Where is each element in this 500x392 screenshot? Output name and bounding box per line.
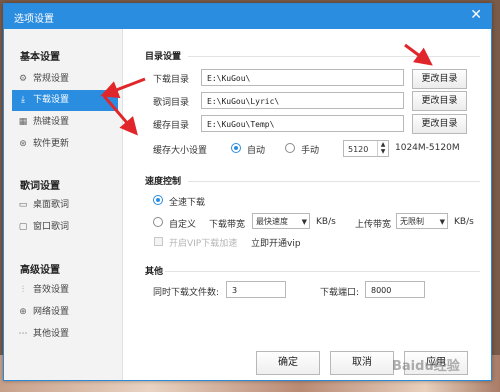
sidebar-item-label: 音效设置 bbox=[33, 285, 70, 295]
upload-bandwidth-value: 无限制 bbox=[400, 217, 424, 226]
upload-bandwidth-label: 上传带宽 bbox=[355, 220, 392, 230]
divider bbox=[188, 181, 480, 182]
sidebar-item-label: 软件更新 bbox=[33, 139, 70, 149]
cache-size-value: 5120 bbox=[348, 145, 369, 154]
ok-button[interactable]: 确定 bbox=[256, 351, 320, 375]
divider bbox=[165, 271, 480, 272]
cache-manual-label: 手动 bbox=[301, 146, 320, 156]
sidebar-item-label: 窗口歌词 bbox=[33, 222, 70, 232]
cache-dir-field[interactable]: E:\KuGou\Temp\ bbox=[201, 115, 404, 132]
upload-bandwidth-select[interactable]: 无限制 ▼ bbox=[396, 213, 448, 229]
sidebar-item-label: 热键设置 bbox=[33, 117, 70, 127]
download-bandwidth-label: 下载带宽 bbox=[209, 220, 246, 230]
title-bar: 选项设置 ✕ bbox=[4, 4, 491, 29]
download-dir-field[interactable]: E:\KuGou\ bbox=[201, 69, 404, 86]
custom-speed-label: 自定义 bbox=[169, 220, 197, 230]
cache-size-stepper[interactable]: 5120 ▲ ▼ bbox=[343, 140, 389, 157]
update-icon: ⊛ bbox=[19, 139, 27, 149]
sidebar: 基本设置 ⚙ 常规设置 ⤓ 下载设置 ▦ 热键设置 ⊛ 软件更新 歌词设置 ▭ 桌面歌词 … bbox=[4, 29, 123, 380]
group-advanced-settings: 高级设置 bbox=[20, 265, 60, 276]
network-icon: ⊕ bbox=[19, 307, 27, 317]
cache-range-label: 1024M-5120M bbox=[395, 143, 460, 153]
sidebar-item-label: 下载设置 bbox=[33, 95, 70, 105]
desktop-lyric-icon: ▭ bbox=[18, 200, 28, 210]
window-title: 选项设置 bbox=[14, 14, 54, 25]
cache-auto-radio[interactable] bbox=[231, 143, 241, 153]
keyboard-icon: ▦ bbox=[18, 117, 28, 127]
sidebar-item-label: 其他设置 bbox=[33, 329, 70, 339]
watermark: Baidu经验 bbox=[392, 359, 460, 374]
close-icon[interactable]: ✕ bbox=[470, 7, 482, 23]
sidebar-item-desktop-lyric[interactable]: ▭ 桌面歌词 bbox=[12, 195, 118, 216]
vip-accel-label: 开启VIP下载加速 bbox=[169, 239, 238, 249]
settings-content: 目录设置 下载目录 E:\KuGou\ 更改目录 歌词目录 E:\KuGou\L… bbox=[123, 29, 491, 380]
equalizer-icon: ⫶ bbox=[21, 285, 25, 295]
cache-size-label: 缓存大小设置 bbox=[153, 146, 208, 156]
custom-speed-radio[interactable] bbox=[153, 217, 163, 227]
sidebar-item-label: 桌面歌词 bbox=[33, 200, 70, 210]
sidebar-item-sound-effects[interactable]: ⫶ 音效设置 bbox=[12, 280, 118, 301]
download-port-field[interactable]: 8000 bbox=[365, 281, 425, 298]
download-port-label: 下载端口: bbox=[320, 288, 360, 298]
upload-unit-label: KB/s bbox=[454, 217, 474, 227]
sidebar-item-other[interactable]: ⋯ 其他设置 bbox=[12, 324, 118, 345]
sidebar-item-hotkey[interactable]: ▦ 热键设置 bbox=[12, 112, 118, 133]
full-speed-radio[interactable] bbox=[153, 195, 163, 205]
sidebar-item-window-lyric[interactable]: ▢ 窗口歌词 bbox=[12, 217, 118, 238]
divider bbox=[188, 56, 480, 57]
sidebar-item-general[interactable]: ⚙ 常规设置 bbox=[12, 69, 118, 90]
chevron-down-icon: ▼ bbox=[439, 218, 445, 226]
sidebar-item-label: 常规设置 bbox=[33, 74, 70, 84]
sidebar-item-network[interactable]: ⊕ 网络设置 bbox=[12, 302, 118, 323]
group-basic-settings: 基本设置 bbox=[20, 52, 60, 63]
cache-auto-label: 自动 bbox=[247, 146, 266, 156]
change-download-dir-button[interactable]: 更改目录 bbox=[412, 69, 467, 89]
change-lyric-dir-button[interactable]: 更改目录 bbox=[412, 91, 467, 111]
lyric-dir-label: 歌词目录 bbox=[153, 98, 190, 108]
change-cache-dir-button[interactable]: 更改目录 bbox=[412, 114, 467, 134]
sidebar-item-download[interactable]: ⤓ 下载设置 bbox=[12, 90, 118, 111]
sidebar-item-update[interactable]: ⊛ 软件更新 bbox=[12, 134, 118, 155]
gear-icon: ⚙ bbox=[18, 74, 28, 84]
download-bandwidth-select[interactable]: 最快速度 ▼ bbox=[252, 213, 310, 229]
other-section-title: 其他 bbox=[145, 267, 164, 277]
download-unit-label: KB/s bbox=[316, 217, 336, 227]
vip-accel-checkbox bbox=[154, 237, 163, 246]
concurrent-downloads-label: 同时下载文件数: bbox=[153, 288, 220, 298]
concurrent-downloads-field[interactable]: 3 bbox=[226, 281, 286, 298]
download-icon: ⤓ bbox=[21, 95, 25, 105]
directory-section-title: 目录设置 bbox=[145, 52, 182, 62]
lyric-dir-field[interactable]: E:\KuGou\Lyric\ bbox=[201, 92, 404, 109]
sidebar-item-label: 网络设置 bbox=[33, 307, 70, 317]
stepper-arrows-icon[interactable]: ▲ ▼ bbox=[377, 141, 388, 156]
window-lyric-icon: ▢ bbox=[18, 222, 28, 232]
download-dir-label: 下载目录 bbox=[153, 75, 190, 85]
open-vip-link[interactable]: 立即开通vip bbox=[251, 236, 301, 249]
cache-dir-label: 缓存目录 bbox=[153, 121, 190, 131]
cancel-button[interactable]: 取消 bbox=[330, 351, 394, 375]
options-dialog: 选项设置 ✕ 基本设置 ⚙ 常规设置 ⤓ 下载设置 ▦ 热键设置 ⊛ 软件更新 歌词设置… bbox=[3, 3, 492, 381]
speed-section-title: 速度控制 bbox=[145, 177, 182, 187]
more-icon: ⋯ bbox=[18, 329, 28, 339]
group-lyric-settings: 歌词设置 bbox=[20, 181, 60, 192]
chevron-down-icon: ▼ bbox=[301, 218, 307, 226]
cache-manual-radio[interactable] bbox=[285, 143, 295, 153]
full-speed-label: 全速下载 bbox=[169, 198, 206, 208]
download-bandwidth-value: 最快速度 bbox=[256, 217, 288, 226]
